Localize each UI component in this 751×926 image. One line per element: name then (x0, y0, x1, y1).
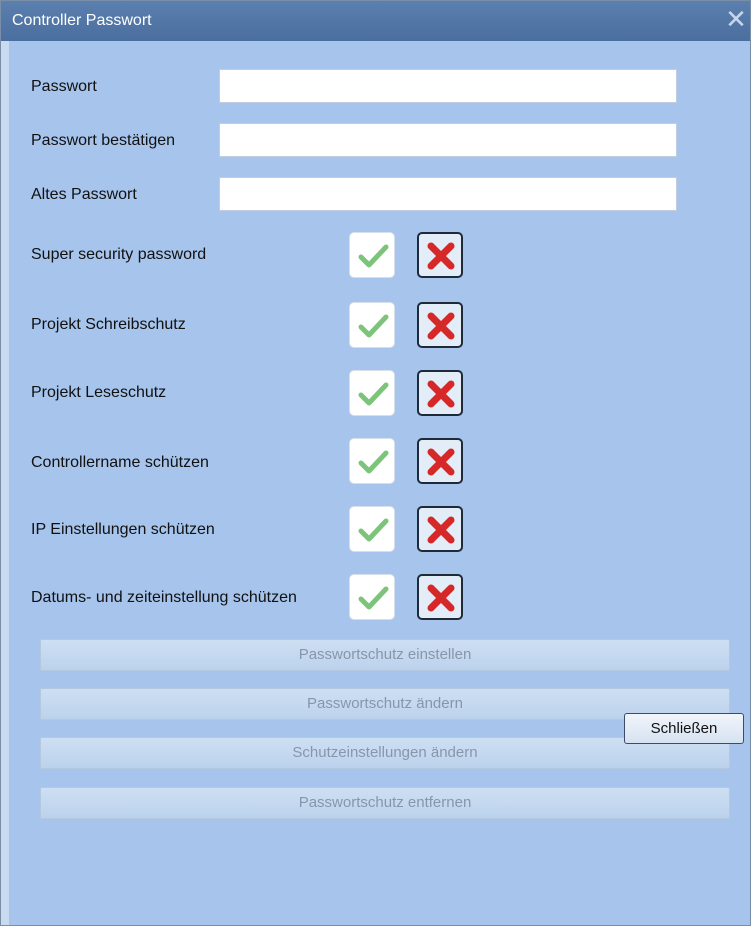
close-icon[interactable]: ✕ (724, 5, 748, 33)
option-label-read-protection: Projekt Leseschutz (31, 384, 167, 401)
close-button[interactable]: Schließen (624, 713, 744, 744)
x-icon (427, 242, 455, 270)
option-label-super-security: Super security password (31, 246, 207, 263)
option-no-button-super-security[interactable] (417, 232, 463, 278)
option-label-date-time: Datums- und zeiteinstellung schützen (31, 589, 297, 606)
option-label-controller-name: Controllername schützen (31, 454, 209, 471)
x-icon (427, 380, 455, 408)
confirm-password-field[interactable] (219, 123, 677, 157)
option-no-button-read-protection[interactable] (417, 370, 463, 416)
option-yes-button-super-security[interactable] (349, 232, 395, 278)
check-icon (358, 314, 389, 338)
old-password-label: Altes Passwort (31, 186, 137, 203)
option-no-button-write-protection[interactable] (417, 302, 463, 348)
confirm-password-label: Passwort bestätigen (31, 132, 176, 149)
x-icon (427, 516, 455, 544)
x-icon (427, 312, 455, 340)
password-label: Passwort (31, 78, 97, 95)
x-icon (427, 448, 455, 476)
x-icon (427, 584, 455, 612)
option-no-button-ip-settings[interactable] (417, 506, 463, 552)
password-field[interactable] (219, 69, 677, 103)
old-password-field[interactable] (219, 177, 677, 211)
password-dialog: Controller Passwort ✕ Passwort Passwort … (0, 0, 751, 926)
set-password-protection-button[interactable]: Passwortschutz einstellen (40, 639, 730, 671)
option-no-button-date-time[interactable] (417, 574, 463, 620)
check-icon (358, 450, 389, 474)
dialog-title: Controller Passwort (12, 12, 152, 29)
check-icon (358, 382, 389, 406)
option-yes-button-date-time[interactable] (349, 574, 395, 620)
option-yes-button-write-protection[interactable] (349, 302, 395, 348)
option-no-button-controller-name[interactable] (417, 438, 463, 484)
option-yes-button-read-protection[interactable] (349, 370, 395, 416)
option-label-ip-settings: IP Einstellungen schützen (31, 521, 215, 538)
check-icon (358, 518, 389, 542)
check-icon (358, 244, 389, 268)
option-yes-button-ip-settings[interactable] (349, 506, 395, 552)
dialog-body: Passwort Passwort bestätigen Altes Passw… (9, 41, 750, 925)
remove-password-protection-button[interactable]: Passwortschutz entfernen (40, 787, 730, 819)
check-icon (358, 586, 389, 610)
option-yes-button-controller-name[interactable] (349, 438, 395, 484)
option-label-write-protection: Projekt Schreibschutz (31, 316, 186, 333)
title-bar: Controller Passwort ✕ (1, 1, 750, 41)
